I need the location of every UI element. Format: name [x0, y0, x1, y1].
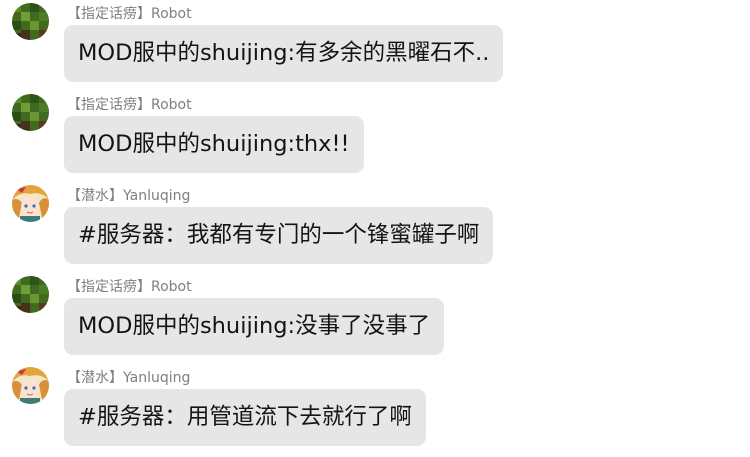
avatar[interactable] — [12, 94, 49, 131]
minecraft-grass-block-avatar-icon — [12, 94, 49, 131]
anime-character-avatar-icon — [12, 367, 49, 404]
message-bubble: #服务器：我都有专门的一个锋蜜罐子啊 — [64, 207, 494, 264]
sender-name: 【指定话痨】Robot — [67, 6, 192, 22]
avatar[interactable] — [12, 185, 49, 222]
chat-message: 【指定话痨】Robot MOD服中的shuijing:没事了没事了 — [0, 273, 750, 364]
chat-message: 【指定话痨】Robot MOD服中的shuijing:thx!! — [0, 91, 750, 182]
chat-message: 【指定话痨】Robot MOD服中的shuijing:有多余的黑曜石不.. — [0, 0, 750, 91]
chat-message-list: 【指定话痨】Robot MOD服中的shuijing:有多余的黑曜石不.. 【指… — [0, 0, 750, 457]
message-bubble: MOD服中的shuijing:thx!! — [64, 116, 364, 173]
chat-message: 【潜水】Yanluqing #服务器：用管道流下去就行了啊 — [0, 364, 750, 455]
avatar[interactable] — [12, 276, 49, 313]
chat-message: 【潜水】Yanluqing #服务器：我都有专门的一个锋蜜罐子啊 — [0, 182, 750, 273]
message-bubble: #服务器：用管道流下去就行了啊 — [64, 389, 426, 446]
avatar[interactable] — [12, 3, 49, 40]
message-bubble: MOD服中的shuijing:没事了没事了 — [64, 298, 445, 355]
sender-name: 【潜水】Yanluqing — [67, 188, 191, 204]
sender-name: 【指定话痨】Robot — [67, 279, 192, 295]
sender-name: 【指定话痨】Robot — [67, 97, 192, 113]
anime-character-avatar-icon — [12, 185, 49, 222]
minecraft-grass-block-avatar-icon — [12, 276, 49, 313]
sender-name: 【潜水】Yanluqing — [67, 370, 191, 386]
minecraft-grass-block-avatar-icon — [12, 3, 49, 40]
message-bubble: MOD服中的shuijing:有多余的黑曜石不.. — [64, 25, 504, 82]
avatar[interactable] — [12, 367, 49, 404]
